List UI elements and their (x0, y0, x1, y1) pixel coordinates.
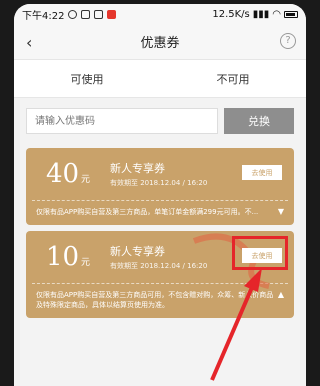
annotation-arrow (210, 268, 262, 381)
